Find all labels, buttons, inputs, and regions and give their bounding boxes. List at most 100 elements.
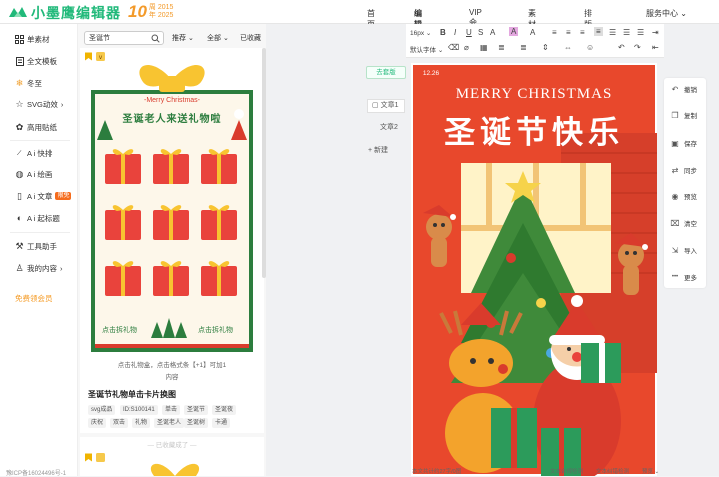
chevron-down-icon: ⌄ <box>437 47 444 54</box>
eye-icon: ◉ <box>671 191 679 201</box>
card-title: 圣诞节礼物单击卡片换图 <box>88 390 176 399</box>
sidebar-item-single[interactable]: 单素材 <box>15 33 50 45</box>
sidebar-divider <box>10 140 70 141</box>
tag[interactable]: 圣诞夜 <box>212 405 237 415</box>
clear-button[interactable]: ⌧ 清空 <box>664 212 706 234</box>
collected-divider: — 已收藏成了 — <box>147 442 197 449</box>
tool-label: 撤销 <box>684 87 697 94</box>
font-color-button[interactable]: A <box>490 28 495 37</box>
save-button[interactable]: ▣ 保存 <box>664 132 706 154</box>
nav-service-label: 服务中心 <box>646 9 678 18</box>
tag[interactable]: 单击 <box>162 405 181 415</box>
bookmark-icon[interactable] <box>84 453 93 462</box>
sidebar-item-tools[interactable]: ⚒ 工具助手 <box>15 240 57 252</box>
preview-mode-value: 预览 <box>642 469 654 475</box>
undo-icon[interactable]: ↶ <box>618 43 625 52</box>
import-button[interactable]: ⇲ 导入 <box>664 239 706 261</box>
undo-button[interactable]: ↶ 撤销 <box>664 78 706 100</box>
tag[interactable]: 圣诞树 <box>184 418 209 428</box>
gift-bow-preview <box>150 463 200 476</box>
image-icon[interactable]: ▦ <box>480 43 488 52</box>
text-effect-button[interactable]: A <box>530 28 535 37</box>
filter-recommend[interactable]: 推荐 ⌄ <box>172 33 194 43</box>
tag[interactable]: 庆祝 <box>88 418 107 428</box>
sidebar-item-ai-layout[interactable]: ∕ A i 快排 <box>15 147 53 159</box>
align-justify-button[interactable]: ≡ <box>594 27 603 36</box>
page-item-2[interactable]: 文章2 <box>367 122 405 136</box>
outdent-button[interactable]: ⇥ <box>652 28 659 37</box>
tool-label: 清空 <box>684 221 697 228</box>
filter-all[interactable]: 全部 ⌄ <box>207 33 229 43</box>
preview-button[interactable]: ◉ 预览 <box>664 185 706 207</box>
tag[interactable]: 圣诞节 <box>184 405 209 415</box>
preview-mode-select[interactable]: 预览 ⌄ <box>642 467 659 475</box>
line-height-icon[interactable]: ≣ <box>498 43 505 52</box>
top-bar: 小墨鹰编辑器 10 周 2015 年 2025 首页 编辑器 VIP会员 素材库… <box>0 0 719 51</box>
tag[interactable]: svg成品 <box>88 405 116 415</box>
vertical-spacing-icon[interactable]: ⇕ <box>542 43 549 52</box>
align-right-button[interactable]: ≡ <box>580 28 585 37</box>
search-input[interactable] <box>89 32 151 44</box>
sync-button[interactable]: ⇄ 同步 <box>664 159 706 181</box>
strike-button[interactable]: S <box>478 28 483 37</box>
sidebar-item-label: A i 文章 <box>27 191 53 201</box>
new-page-label: 新建 <box>374 147 389 154</box>
poster-headline-cn: 圣诞节快乐 <box>444 115 624 150</box>
more-button[interactable]: ••• 更多 <box>664 266 706 288</box>
highlight-button[interactable]: A <box>509 27 519 36</box>
eagle-logo-icon <box>9 7 27 17</box>
chevron-right-icon: › <box>60 99 64 109</box>
clear-format-icon[interactable]: ⌀ <box>464 43 469 52</box>
eraser-icon[interactable]: ⌫ <box>448 43 459 52</box>
card-instruction: 点击礼物盒，点击格式条【+1】可加1 <box>117 362 227 369</box>
sidebar-item-ai-paint[interactable]: ◍ A i 绘画 <box>15 168 53 180</box>
emoji-icon[interactable]: ☺ <box>586 43 594 52</box>
sidebar-item-ai-title[interactable]: ◐ A i 起标题 <box>15 212 60 224</box>
italic-button[interactable]: I <box>454 28 456 37</box>
logo[interactable]: 小墨鹰编辑器 <box>8 3 121 23</box>
align-center-button[interactable]: ≡ <box>566 28 571 37</box>
tag[interactable]: ID:S100141 <box>120 405 158 415</box>
list-button[interactable]: ☰ <box>609 28 616 37</box>
align-left-button[interactable]: ≡ <box>552 28 557 37</box>
sidebar-item-label: A i 快排 <box>27 148 53 158</box>
sidebar-item-label: 工具助手 <box>27 241 57 251</box>
sidebar-item-label: 单素材 <box>27 34 50 44</box>
font-size-select[interactable]: 16px ⌄ <box>410 29 431 37</box>
editor-status-bar: 本文共计约27字/0图 文本合规检测 文本纠错检测 预览 ⌄ <box>410 467 668 476</box>
filter-collected[interactable]: 已收藏 <box>240 33 261 43</box>
sidebar-item-sticker[interactable]: ✿ 高用贴纸 <box>15 121 57 133</box>
filter-label: 全部 <box>207 35 221 42</box>
nav-service[interactable]: 服务中心 ⌄ <box>646 8 687 19</box>
search-icon[interactable] <box>151 34 160 43</box>
page-item-1[interactable]: ▢ 文章1 <box>367 99 405 113</box>
new-page-button[interactable]: + 新建 <box>368 145 388 155</box>
sidebar-item-mine[interactable]: ♙ 我的内容 › <box>15 262 62 274</box>
redo-icon[interactable]: ↷ <box>634 43 641 52</box>
sidebar-item-winter[interactable]: ❄ 冬至 <box>15 77 42 89</box>
ordered-list-button[interactable]: ☰ <box>623 28 630 37</box>
sidebar-item-ai-article[interactable]: ▯ A i 文章 限免 <box>15 190 72 202</box>
apply-template-button[interactable]: 去套版 <box>366 66 406 79</box>
material-card[interactable]: v -Merry Christmas- 圣诞老人来送礼物啦 点击拆礼物 点击拆礼… <box>80 48 264 433</box>
word-count: 本文共计约27字/0图 <box>412 469 462 475</box>
paragraph-spacing-icon[interactable]: ≣ <box>520 43 527 52</box>
compliance-check-link[interactable]: 文本合规检测 <box>550 467 583 475</box>
copy-button[interactable]: ❐ 复制 <box>664 104 706 126</box>
tag[interactable]: 卡通 <box>212 418 231 428</box>
card-instruction-2: 内容 <box>165 374 179 381</box>
indent-button[interactable]: ☰ <box>637 28 644 37</box>
sidebar-item-label: 冬至 <box>27 78 42 88</box>
tag[interactable]: 礼物 <box>132 418 151 428</box>
outdent-icon[interactable]: ⇤ <box>652 43 659 52</box>
font-family-select[interactable]: 默认字体 ⌄ <box>410 44 443 54</box>
tag[interactable]: 双击 <box>110 418 129 428</box>
typo-check-link[interactable]: 文本纠错检测 <box>596 467 629 475</box>
bold-button[interactable]: B <box>440 28 446 37</box>
free-vip-link[interactable]: 免费领会员 <box>15 293 53 304</box>
letter-spacing-icon[interactable]: ⇔ <box>564 43 572 52</box>
underline-button[interactable]: U <box>466 28 472 37</box>
sidebar-item-template[interactable]: 全文模板 <box>15 55 57 67</box>
tag[interactable]: 圣诞老人 <box>154 418 185 428</box>
sidebar-item-svg[interactable]: ☆ SVG动效 › <box>15 98 63 110</box>
